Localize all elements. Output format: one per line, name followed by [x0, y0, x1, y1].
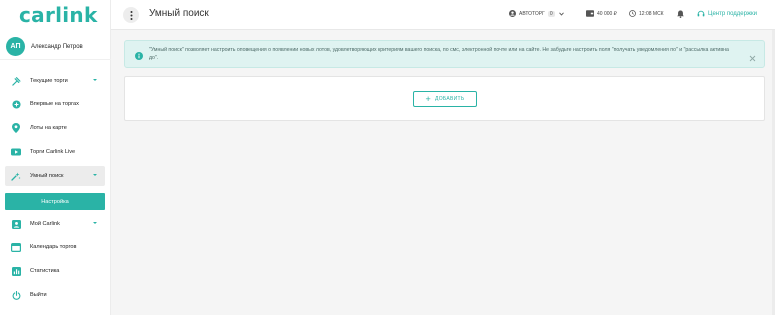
- power-icon: [9, 290, 23, 300]
- smart-search-list-card: + ДОБАВИТЬ: [124, 76, 765, 121]
- sidebar-item-map[interactable]: Лоты на карте: [5, 118, 105, 138]
- support-center-link[interactable]: Центр поддержки: [697, 10, 757, 18]
- support-label: Центр поддержки: [708, 11, 757, 17]
- user-name: Александр Петров: [31, 43, 83, 50]
- sidebar-item-label: Текущие торги: [30, 78, 68, 84]
- more-vertical-icon: [130, 10, 132, 20]
- sidebar-item-new-lots[interactable]: Впервые на торгах: [5, 94, 105, 114]
- info-banner-text: "Умный поиск" позволяет настроить оповещ…: [149, 47, 729, 61]
- info-icon: [135, 47, 143, 65]
- bell-icon: [677, 10, 684, 18]
- stats-icon: [9, 266, 23, 276]
- sidebar-item-label: Торги Carlink Live: [30, 149, 76, 155]
- sidebar-item-my-carlink[interactable]: Мой Carlink: [5, 214, 105, 234]
- add-button[interactable]: + ДОБАВИТЬ: [413, 91, 477, 107]
- live-icon: [9, 148, 23, 156]
- close-icon[interactable]: [749, 49, 756, 67]
- sidebar-item-calendar[interactable]: Календарь торгов: [5, 237, 105, 257]
- sidebar-item-label: Впервые на торгах: [30, 101, 79, 107]
- sidebar-item-label: Календарь торгов: [30, 244, 77, 250]
- autotorg-count: 0: [547, 10, 555, 17]
- sidebar-item-label: Умный поиск: [30, 173, 64, 179]
- sidebar-item-label: Мой Carlink: [30, 221, 60, 227]
- account-box-icon: [9, 219, 23, 229]
- avatar: АП: [6, 37, 25, 56]
- chevron-down-icon: [93, 222, 97, 224]
- sidebar-item-stats[interactable]: Статистика: [5, 261, 105, 281]
- more-menu-button[interactable]: [123, 7, 139, 23]
- sidebar-item-label: Статистика: [30, 268, 60, 274]
- wallet-icon: [586, 10, 594, 17]
- auction-icon: [9, 76, 23, 86]
- notifications-button[interactable]: [677, 10, 687, 18]
- plus-icon: +: [425, 93, 432, 104]
- balance-display[interactable]: 40 000 ₽: [586, 10, 617, 17]
- add-button-label: ДОБАВИТЬ: [435, 96, 465, 102]
- time-value: 12:08 МСК: [639, 10, 664, 17]
- calendar-icon: [9, 242, 23, 252]
- sidebar-item-label: Лоты на карте: [30, 125, 67, 131]
- sidebar: carlink АП Александр Петров Текущие торг…: [0, 0, 111, 315]
- info-banner: "Умный поиск" позволяет настроить оповещ…: [124, 40, 765, 68]
- sidebar-item-smart-search[interactable]: Умный поиск: [5, 166, 105, 186]
- smart-search-icon: [9, 172, 23, 181]
- page-title: Умный поиск: [149, 8, 209, 19]
- plus-circle-icon: [9, 99, 23, 109]
- topbar: Умный поиск АВТОТОРГ 0 40 000 ₽ 12:08 МС…: [111, 0, 775, 30]
- clock-icon: [629, 10, 636, 17]
- balance-value: 40 000 ₽: [597, 10, 617, 17]
- map-pin-icon: [9, 123, 23, 133]
- sidebar-item-logout[interactable]: Выйти: [5, 285, 105, 305]
- sidebar-item-label: Выйти: [30, 292, 47, 298]
- headset-icon: [697, 10, 705, 18]
- time-display: 12:08 МСК: [629, 10, 664, 17]
- autotorg-label: АВТОТОРГ: [519, 10, 545, 17]
- sidebar-subitem-settings[interactable]: Настройка: [5, 193, 105, 210]
- user-profile[interactable]: АП Александр Петров: [0, 34, 111, 60]
- sidebar-item-live[interactable]: Торги Carlink Live: [5, 142, 105, 162]
- chevron-down-icon: [558, 11, 564, 16]
- sidebar-item-current-auctions[interactable]: Текущие торги: [5, 71, 105, 91]
- account-circle-icon: [509, 10, 516, 17]
- chevron-down-icon: [93, 79, 97, 81]
- carlink-logo[interactable]: carlink: [19, 3, 98, 27]
- chevron-down-icon: [93, 174, 97, 176]
- autotorg-selector[interactable]: АВТОТОРГ 0: [509, 10, 564, 17]
